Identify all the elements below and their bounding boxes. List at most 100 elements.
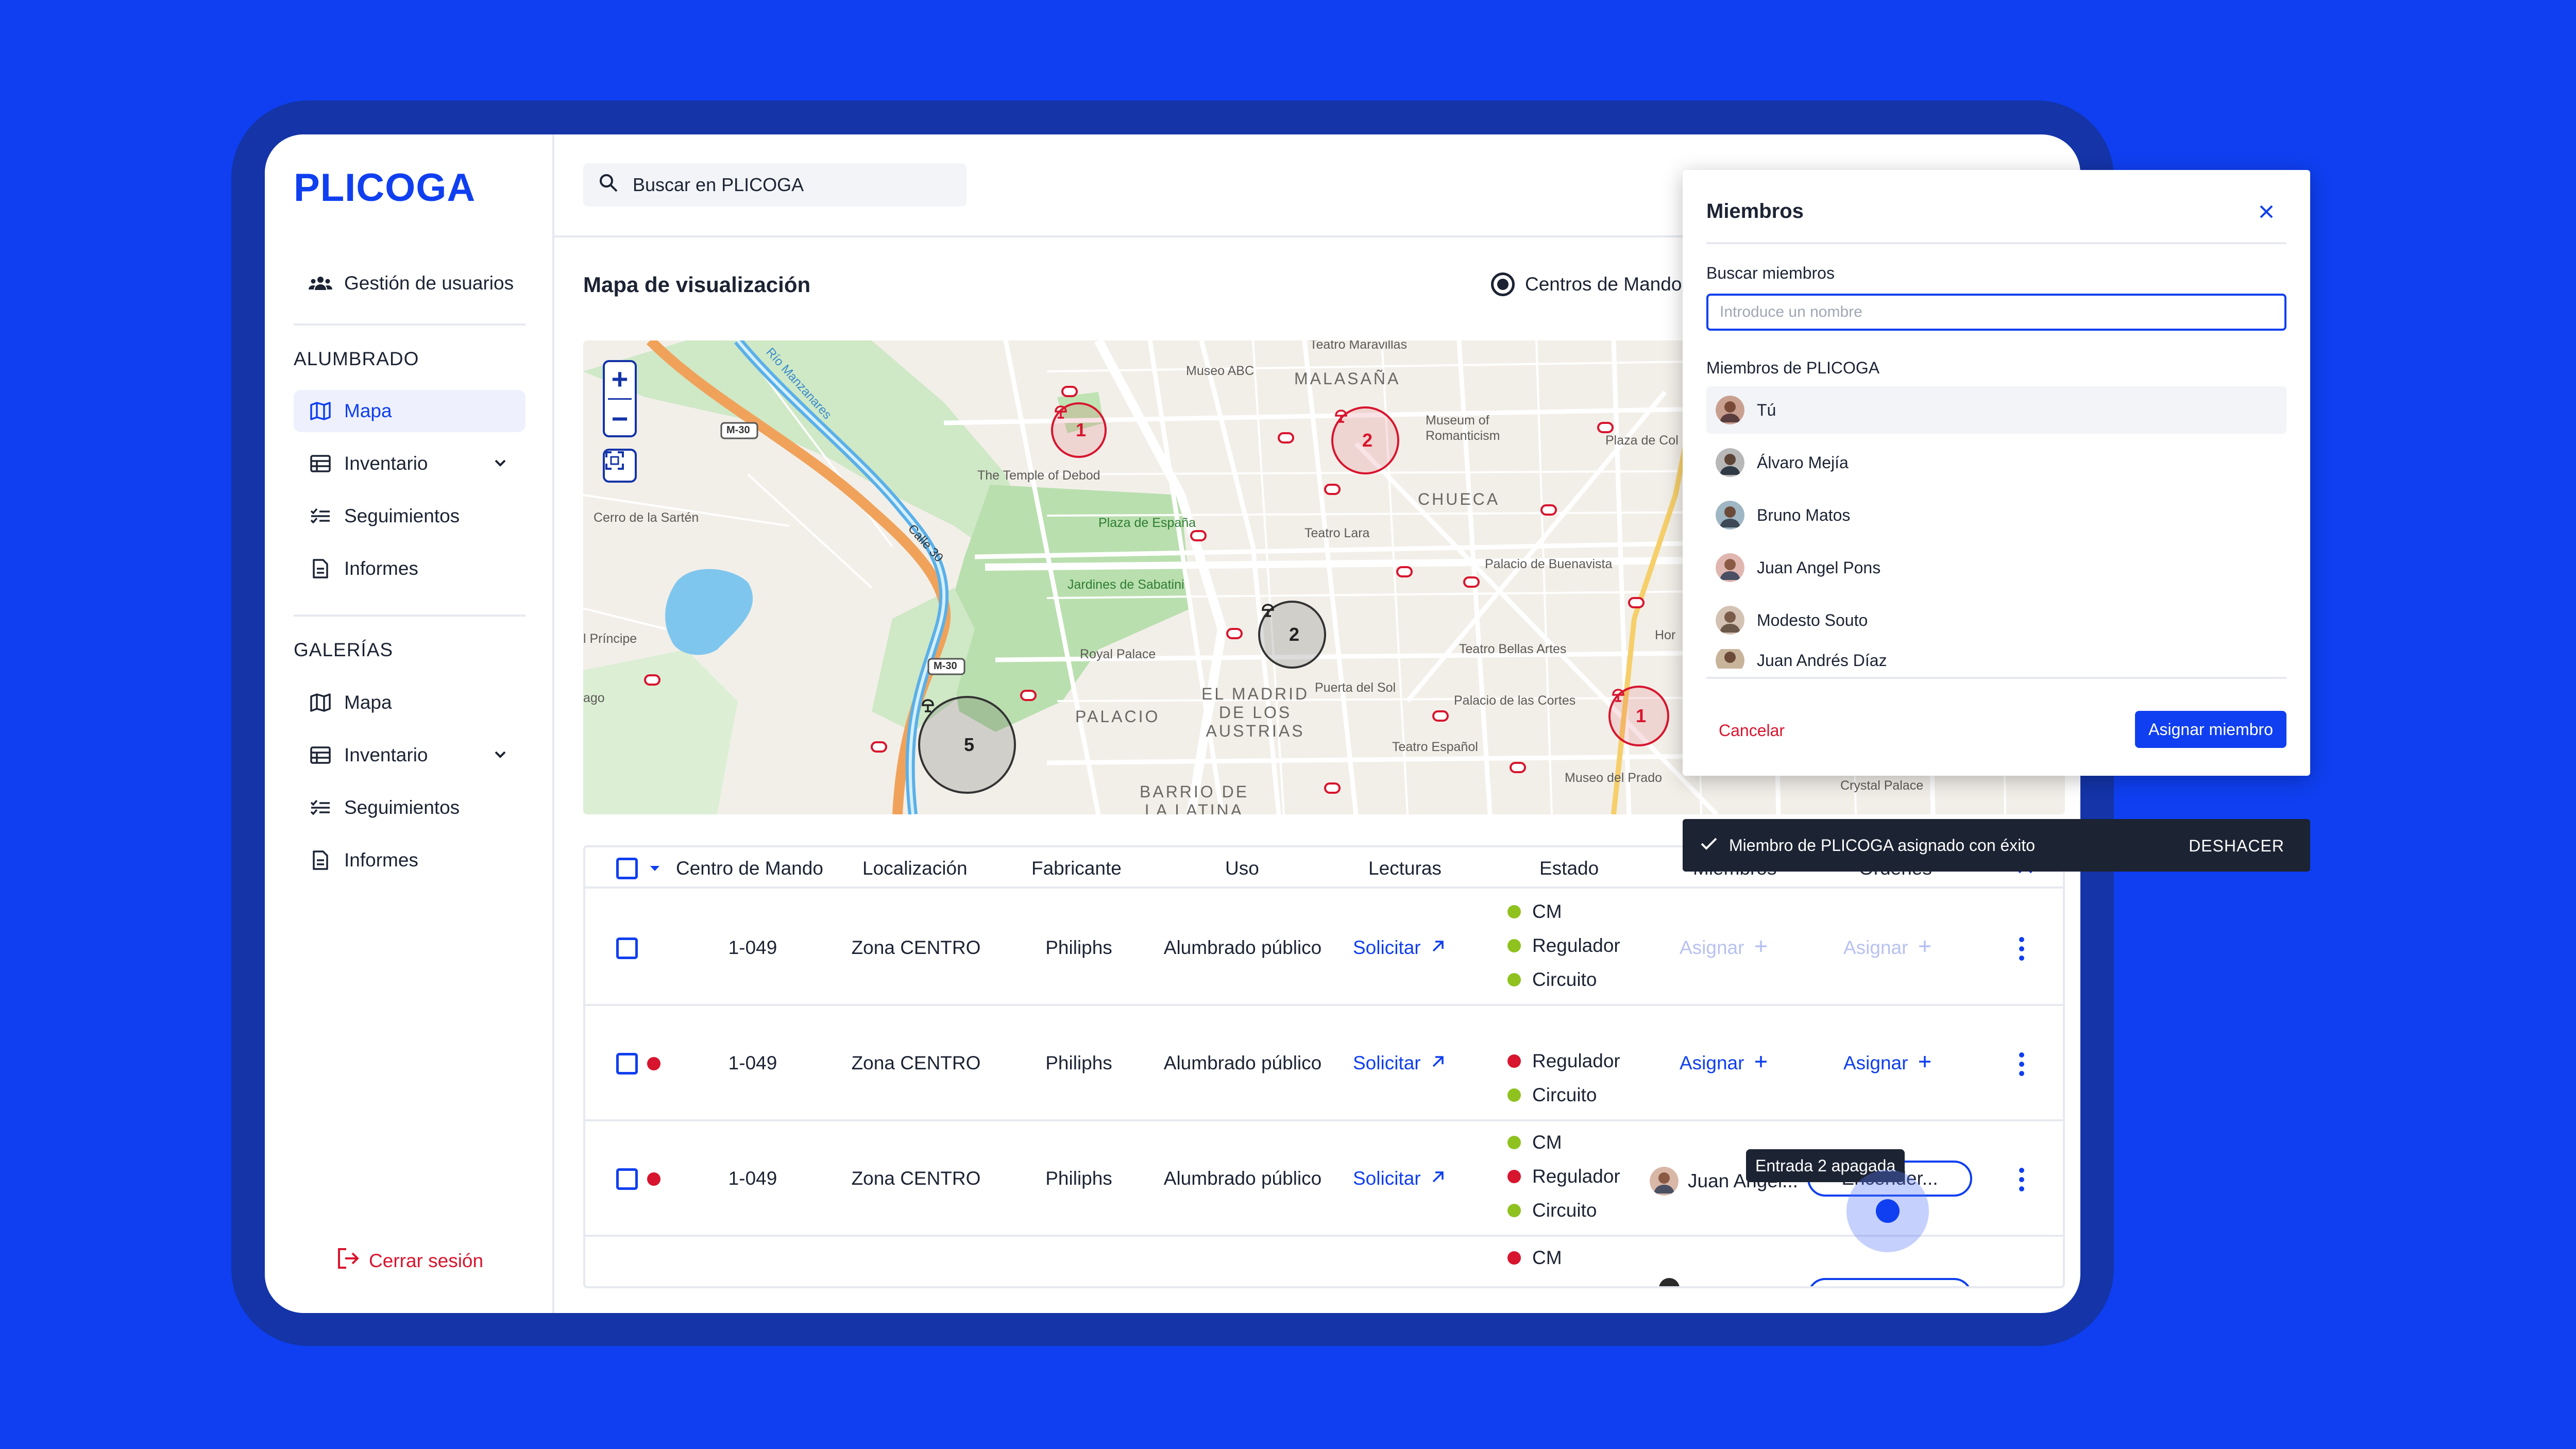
assign-member-button[interactable]: Asignar miembro (2135, 711, 2286, 748)
table-icon (308, 451, 333, 476)
sidebar-item-inventario[interactable]: Inventario (294, 442, 526, 485)
sidebar-item-galerias-inventario[interactable]: Inventario (294, 734, 526, 776)
close-icon[interactable] (2259, 204, 2274, 222)
status-dot (1507, 1251, 1521, 1265)
fullscreen-button[interactable] (603, 449, 637, 483)
assign-member-button[interactable]: Asignar (1680, 937, 1769, 959)
members-dialog: Miembros Buscar miembros Introduce un no… (1683, 170, 2310, 776)
member-item[interactable]: Bruno Matos (1706, 491, 2286, 539)
header-fabricante[interactable]: Fabricante (1031, 858, 1122, 879)
table-row[interactable]: CM (585, 1237, 2063, 1286)
sidebar-item-mapa[interactable]: Mapa (294, 390, 526, 432)
member-item[interactable]: Juan Andrés Díaz (1706, 649, 2286, 669)
search-input[interactable]: Buscar en PLICOGA (583, 163, 967, 207)
table-row[interactable]: 1-049 Zona CENTRO Philiphs Alumbrado púb… (585, 1006, 2063, 1121)
logout-button[interactable]: Cerrar sesión (337, 1247, 483, 1274)
control-centers-table: Centro de Mando Localización Fabricante … (583, 845, 2065, 1288)
map-cluster[interactable]: 2 (1331, 406, 1399, 474)
map-label-teatro-maravillas: Teatro Maravillas (1310, 340, 1407, 352)
assign-order-button[interactable]: Asignar (1843, 1052, 1933, 1074)
member-name: Modesto Souto (1757, 610, 1868, 629)
map-cluster[interactable]: 2 (1258, 601, 1326, 669)
header-uso[interactable]: Uso (1225, 858, 1259, 879)
map-cluster[interactable]: 1 (1051, 402, 1107, 458)
member-search-input[interactable]: Introduce un nombre (1706, 294, 2286, 331)
search-icon (599, 173, 618, 197)
status-item: CM (1507, 901, 1562, 923)
header-localizacion[interactable]: Localización (862, 858, 968, 879)
cancel-button[interactable]: Cancelar (1719, 721, 1785, 740)
sidebar-item-seguimientos[interactable]: Seguimientos (294, 495, 526, 537)
request-reading-link[interactable]: Solicitar (1353, 937, 1446, 959)
map-label-museum-romanticism: Museum of Romanticism (1426, 413, 1500, 443)
sidebar-item-galerias-informes[interactable]: Informes (294, 839, 526, 881)
map-label-barrio-latina: BARRIO DE LA LATINA (1140, 782, 1249, 814)
map-cluster[interactable]: 5 (918, 696, 1016, 794)
member-item[interactable]: Álvaro Mejía (1706, 439, 2286, 486)
avatar (1659, 1278, 1680, 1286)
member-item[interactable]: Modesto Souto (1706, 596, 2286, 644)
chevron-down-icon[interactable] (493, 745, 508, 767)
zoom-in-button[interactable]: + (612, 364, 629, 394)
header-estado[interactable]: Estado (1539, 858, 1599, 879)
cell-maker: Philiphs (1045, 1052, 1112, 1073)
zoom-out-button[interactable]: − (612, 404, 629, 433)
arrow-up-right-icon (1430, 937, 1446, 959)
alert-indicator (647, 1057, 660, 1070)
header-centro-de-mando[interactable]: Centro de Mando (676, 858, 823, 879)
member-item[interactable]: Tú (1706, 386, 2286, 434)
cell-use: Alumbrado público (1163, 937, 1322, 958)
sidebar: PLICOGA Gestión de usuarios ALUMBRADO Ma… (265, 134, 554, 1313)
sidebar-item-informes[interactable]: Informes (294, 548, 526, 590)
cluster-count: 2 (1362, 430, 1373, 451)
row-checkbox[interactable] (616, 1053, 638, 1075)
map-zoom-control: + − (603, 360, 637, 437)
sidebar-item-label: Inventario (344, 744, 428, 765)
status-item: Regulador (1507, 1166, 1620, 1187)
lamp-icon (922, 699, 934, 712)
cell-id: 1-049 (728, 1168, 777, 1189)
plus-icon (1917, 937, 1933, 959)
request-reading-link[interactable]: Solicitar (1353, 1168, 1446, 1189)
select-dropdown-icon[interactable] (649, 865, 660, 875)
sidebar-item-galerias-mapa[interactable]: Mapa (294, 681, 526, 724)
request-reading-link[interactable]: Solicitar (1353, 1052, 1446, 1074)
chevron-down-icon[interactable] (493, 454, 508, 475)
row-checkbox[interactable] (616, 937, 638, 959)
cell-id: 1-049 (728, 1052, 777, 1073)
sidebar-item-galerias-seguimientos[interactable]: Seguimientos (294, 787, 526, 829)
status-item: CM (1507, 1132, 1562, 1153)
avatar (1716, 606, 1744, 635)
avatar (1716, 396, 1744, 424)
header-lecturas[interactable]: Lecturas (1368, 858, 1442, 879)
map-label-principe: l Príncipe (583, 632, 637, 646)
undo-button[interactable]: DESHACER (2189, 837, 2284, 856)
more-options-icon[interactable] (2019, 1052, 2025, 1076)
document-icon (308, 556, 333, 581)
member-name: Bruno Matos (1757, 505, 1851, 524)
more-options-icon[interactable] (2019, 1168, 2025, 1191)
table-row[interactable]: 1-049 Zona CENTRO Philiphs Alumbrado púb… (585, 891, 2063, 1006)
select-all-checkbox[interactable] (616, 858, 638, 879)
plus-icon (1753, 937, 1769, 959)
assign-member-button[interactable]: Asignar (1680, 1052, 1769, 1074)
cell-maker: Philiphs (1045, 1168, 1112, 1189)
radio-centros-de-mando[interactable]: Centros de Mando (1491, 272, 1682, 296)
status-item: Circuito (1507, 1200, 1597, 1221)
turn-on-button[interactable] (1807, 1278, 1972, 1286)
row-checkbox[interactable] (616, 1168, 638, 1190)
link-label: Solicitar (1353, 1168, 1421, 1189)
map-cluster[interactable]: 1 (1608, 686, 1669, 746)
success-snackbar: Miembro de PLICOGA asignado con éxito DE… (1683, 819, 2310, 872)
assign-label: Asignar (1843, 1052, 1908, 1073)
sidebar-item-user-management[interactable]: Gestión de usuarios (294, 262, 526, 304)
cursor-pointer-icon (1876, 1199, 1900, 1223)
more-options-icon[interactable] (2019, 937, 2025, 961)
member-item[interactable]: Juan Angel Pons (1706, 544, 2286, 591)
assign-order-button[interactable]: Asignar (1843, 937, 1933, 959)
map-label-crystal-palace: Crystal Palace (1840, 778, 1924, 793)
status-label: Regulador (1532, 935, 1620, 956)
map-label-hor: Hor (1655, 628, 1676, 642)
cell-location: Zona CENTRO (851, 1052, 981, 1073)
map-label-palacio-buenavista: Palacio de Buenavista (1485, 557, 1613, 571)
